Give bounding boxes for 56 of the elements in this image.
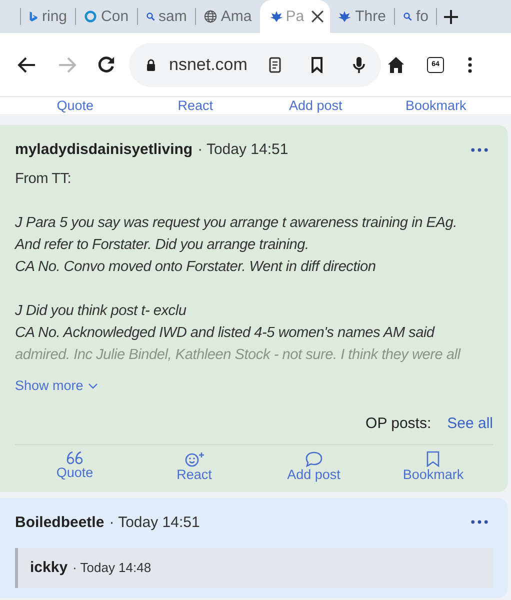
- home-icon[interactable]: [387, 56, 405, 74]
- browser-tab[interactable]: ring: [21, 0, 76, 33]
- browser-tab[interactable]: Pa: [260, 0, 330, 33]
- action-button[interactable]: Quote: [56, 98, 94, 112]
- action-button[interactable]: React: [176, 451, 212, 482]
- address-bar[interactable]: nsnet.com: [129, 42, 381, 86]
- microphone-icon[interactable]: [353, 56, 365, 74]
- action-button[interactable]: Bookmark: [402, 451, 464, 482]
- leaf-icon: [338, 11, 352, 22]
- browser-tab[interactable]: sam: [138, 0, 195, 33]
- browser-tab[interactable]: Thre: [330, 0, 394, 33]
- show-more-link[interactable]: Show more: [15, 378, 98, 393]
- op-posts-label: OP posts:: [366, 415, 432, 432]
- reload-icon[interactable]: [97, 55, 116, 74]
- lock-icon: [146, 58, 156, 70]
- search-icon: [146, 12, 155, 21]
- post-text-line: CA No. Acknowledged IWD and listed 4-5 women's names AM said: [15, 324, 434, 343]
- smiley-plus-icon: [184, 451, 204, 467]
- close-icon[interactable]: [311, 10, 324, 23]
- b-logo-icon: [29, 10, 38, 22]
- action-button[interactable]: Add post: [287, 451, 340, 482]
- post-text-line: And refer to Forstater. Did you arrange training.: [15, 236, 309, 255]
- more-options-icon[interactable]: [471, 520, 488, 524]
- post-text-line: J Did you think post t- exclu: [15, 302, 186, 321]
- action-button[interactable]: Quote: [56, 451, 94, 482]
- action-button[interactable]: Bookmark: [405, 98, 466, 112]
- quote-time: · Today 14:48: [72, 560, 152, 574]
- globe-icon: [204, 10, 217, 23]
- leaf-icon: [270, 11, 283, 22]
- bookmark-icon[interactable]: [311, 56, 323, 72]
- reader-mode-icon[interactable]: [269, 56, 281, 72]
- action-button[interactable]: Add post: [288, 98, 342, 112]
- quote-author: ickky: [30, 558, 68, 576]
- post-text-line: J Para 5 you say was request you arrange t awareness training in EAg.: [15, 214, 457, 233]
- see-all-link[interactable]: See all: [447, 415, 493, 432]
- action-button[interactable]: React: [178, 98, 214, 112]
- post-author[interactable]: Boiledbeetle: [15, 514, 104, 530]
- browser-tab[interactable]: Ama: [196, 0, 260, 33]
- more-options-icon[interactable]: [471, 148, 488, 152]
- post-author[interactable]: myladydisdainisyetliving: [15, 141, 193, 158]
- post-text-line: From TT:: [15, 170, 72, 189]
- speech-bubble-icon: [304, 451, 323, 467]
- new-tab-icon[interactable]: [443, 8, 460, 24]
- post-time: · Today 14:51: [198, 141, 288, 158]
- search-icon: [402, 12, 412, 21]
- chevron-down-icon: [88, 382, 98, 388]
- browser-tab[interactable]: Con: [76, 0, 137, 33]
- post-time: · Today 14:51: [109, 514, 200, 530]
- bookmark-icon: [426, 451, 440, 467]
- back-icon[interactable]: [17, 54, 37, 74]
- post-text-line: admired. Inc Julie Bindel, Kathleen Stock - not sure. I think they were all: [15, 346, 460, 365]
- menu-icon[interactable]: [468, 56, 472, 72]
- circle-icon: [84, 10, 98, 23]
- post-text-line: CA No. Convo moved onto Forstater. Went in diff direction: [15, 258, 376, 277]
- browser-tab[interactable]: fo: [394, 0, 436, 33]
- quote-icon: [66, 451, 84, 465]
